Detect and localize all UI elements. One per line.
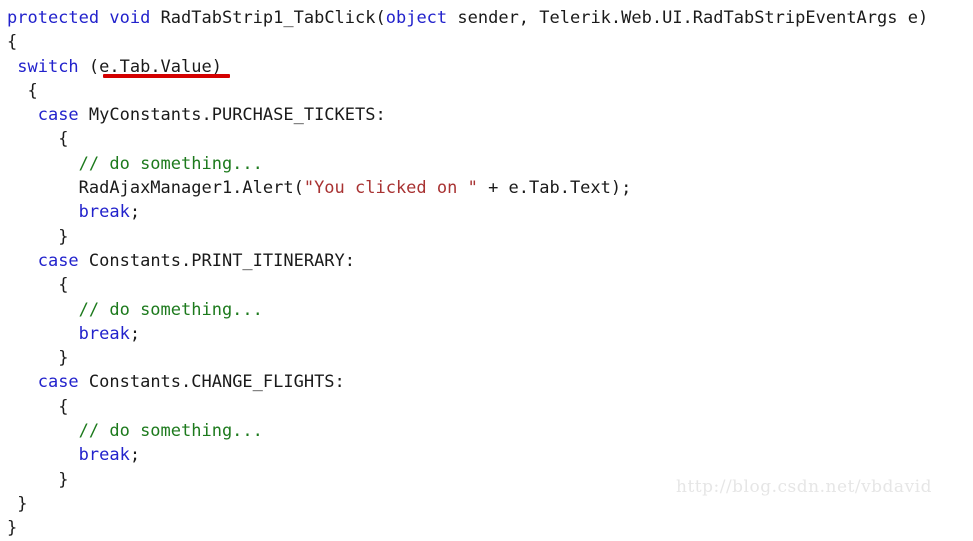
code-line: {	[0, 30, 973, 54]
code-token-string: "You clicked on "	[303, 178, 478, 199]
code-token-plain: {	[7, 32, 18, 53]
code-token-plain: RadTabStrip1_TabClick(	[150, 8, 386, 28]
code-token-plain: Constants.CHANGE_FLIGHTS:	[78, 372, 345, 393]
code-token-plain: {	[27, 80, 38, 101]
code-line: RadAjaxManager1.Alert("You clicked on " …	[0, 176, 973, 200]
code-token-plain: }	[58, 348, 69, 369]
red-underline-annotation	[103, 74, 230, 78]
code-token-keyword: break	[78, 323, 130, 344]
code-token-keyword: break	[78, 445, 130, 466]
code-token-keyword: switch	[17, 56, 79, 77]
code-token-plain: Constants.PRINT_ITINERARY:	[78, 250, 356, 271]
code-line: break;	[0, 322, 973, 346]
code-token-keyword: protected	[7, 8, 100, 28]
code-line: {	[0, 79, 973, 103]
code-line: // do something...	[0, 419, 973, 443]
code-line: // do something...	[0, 152, 973, 176]
code-token-keyword: void	[109, 8, 151, 28]
code-line: }	[0, 516, 973, 540]
code-token-plain: {	[58, 129, 69, 150]
code-token-keyword: break	[78, 202, 130, 223]
code-token-plain: }	[58, 469, 69, 490]
code-line: {	[0, 127, 973, 151]
code-token-plain: {	[58, 275, 69, 296]
code-token-plain: }	[17, 493, 28, 514]
code-block: protected void RadTabStrip1_TabClick(obj…	[0, 0, 973, 541]
code-token-plain: sender, Telerik.Web.UI.RadTabStripEventA…	[447, 8, 929, 28]
code-line: case Constants.CHANGE_FLIGHTS:	[0, 370, 973, 394]
code-token-plain: ;	[129, 445, 141, 466]
code-line: break;	[0, 200, 973, 224]
code-token-comment: // do something...	[78, 299, 263, 320]
code-line: // do something...	[0, 298, 973, 322]
code-token-keyword: case	[37, 372, 79, 393]
code-line: {	[0, 273, 973, 297]
code-token-plain: ;	[129, 202, 141, 223]
code-token-plain: }	[7, 518, 18, 539]
code-token-plain: ;	[129, 323, 141, 344]
code-line: case MyConstants.PURCHASE_TICKETS:	[0, 103, 973, 127]
code-token-plain: }	[58, 226, 69, 247]
code-line: }	[0, 225, 973, 249]
code-token-keyword: object	[385, 8, 448, 28]
code-line: protected void RadTabStrip1_TabClick(obj…	[0, 6, 973, 30]
watermark-text: http://blog.csdn.net/vbdavid	[676, 477, 932, 497]
code-token-plain: MyConstants.PURCHASE_TICKETS:	[78, 105, 386, 126]
code-line: }	[0, 346, 973, 370]
code-line: break;	[0, 443, 973, 467]
code-token-plain: RadAjaxManager1.Alert(	[78, 178, 304, 199]
code-token-plain: + e.Tab.Text);	[477, 178, 632, 199]
code-token-comment: // do something...	[78, 421, 263, 442]
code-line: case Constants.PRINT_ITINERARY:	[0, 249, 973, 273]
code-token-comment: // do something...	[78, 153, 263, 174]
code-line: {	[0, 395, 973, 419]
code-token-plain: {	[58, 396, 69, 417]
code-token-keyword: case	[37, 105, 79, 126]
code-token-keyword: case	[37, 250, 79, 271]
